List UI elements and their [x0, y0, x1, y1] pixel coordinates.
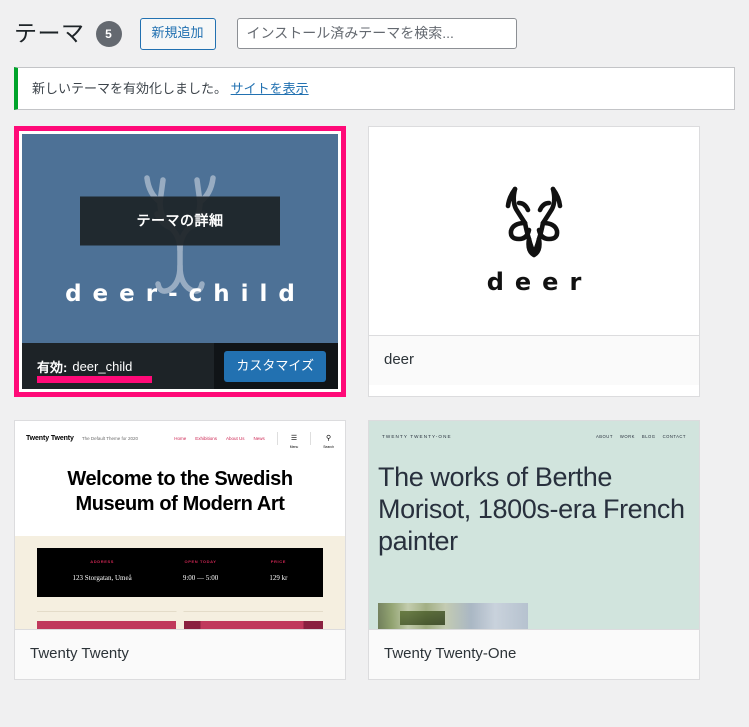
view-site-link[interactable]: サイトを表示 [231, 81, 309, 96]
tt20-search-toggle: ⚲ Search [323, 428, 334, 450]
active-theme-underline [37, 376, 152, 384]
deer-child-wordmark: deer-child [65, 281, 306, 308]
tt20-nav: Home Exhibitions About Us News ☰ Menu ⚲ … [174, 428, 334, 449]
theme-screenshot-deer-child[interactable]: テーマの詳細 deer-child [22, 134, 338, 344]
tt20-nav-item: About Us [225, 436, 245, 442]
tt20-menu-label: Menu [289, 445, 299, 450]
tt20-nav-item: News [253, 436, 265, 442]
tt20-menu-toggle: ☰ Menu [289, 428, 299, 450]
theme-screenshot-twentytwenty[interactable]: Twenty Twenty The Default Theme for 2020… [15, 421, 345, 631]
notice-message: 新しいテーマを有効化しました。 [32, 80, 228, 96]
tt21-nav-item: ABOUT [595, 434, 613, 440]
theme-count-badge: 5 [95, 20, 122, 47]
add-new-theme-button[interactable]: 新規追加 [139, 18, 216, 50]
tt20-content-blocks [37, 621, 323, 630]
tt20-info-value: 129 kr [269, 574, 288, 583]
tt20-topbar: Twenty Twenty The Default Theme for 2020… [15, 421, 345, 456]
theme-screenshot-deer[interactable]: deer [369, 127, 699, 337]
search-icon: ⚲ [326, 434, 332, 443]
page-title: テーマ [14, 19, 85, 46]
theme-card-twentytwenty[interactable]: Twenty Twenty The Default Theme for 2020… [14, 420, 346, 680]
hamburger-icon: ☰ [290, 434, 298, 443]
tt20-brand-group: Twenty Twenty The Default Theme for 2020 [26, 435, 138, 442]
tt20-info-col: OPEN TODAY 9:00 — 5:00 [183, 559, 218, 584]
tt20-nav-divider [310, 432, 312, 446]
tt20-block [37, 621, 176, 630]
themes-grid: テーマの詳細 deer-child 有効: deer_child カスタマイズ [0, 110, 749, 680]
active-prefix: 有効: [37, 359, 68, 375]
tt20-info-col: PRICE 129 kr [269, 559, 287, 584]
theme-card-inner: テーマの詳細 deer-child 有効: deer_child カスタマイズ [19, 131, 341, 393]
deer-wordmark: deer [486, 267, 593, 296]
tt20-block [184, 621, 323, 630]
deer-head-icon [491, 181, 577, 266]
tt21-topbar: TWENTY TWENTY-ONE ABOUT WORK BLOG CONTAC… [369, 421, 699, 439]
twentytwenty-preview: Twenty Twenty The Default Theme for 2020… [15, 421, 345, 630]
theme-name-twentytwenty: Twenty Twenty [15, 630, 345, 679]
tt21-nav: ABOUT WORK BLOG CONTACT [596, 434, 686, 439]
tt20-nav-divider [276, 432, 278, 446]
theme-card-deer[interactable]: deer deer [368, 126, 700, 398]
tt20-hero: Welcome to the Swedish Museum of Modern … [15, 455, 345, 537]
tt20-info-value: 9:00 — 5:00 [182, 574, 219, 583]
page-header: テーマ 5 新規追加 [0, 0, 749, 62]
theme-activated-notice: 新しいテーマを有効化しました。 サイトを表示 [14, 66, 735, 111]
tt21-nav-item: BLOG [641, 434, 656, 440]
tt20-info-label: OPEN TODAY [184, 559, 217, 565]
theme-card-twentytwentyone[interactable]: TWENTY TWENTY-ONE ABOUT WORK BLOG CONTAC… [368, 420, 700, 680]
tt20-nav-item: Exhibitions [195, 436, 217, 442]
deer-preview: deer [369, 127, 699, 336]
theme-name-deer: deer [369, 336, 699, 385]
tt21-brand: TWENTY TWENTY-ONE [382, 434, 452, 440]
customize-button[interactable]: カスタマイズ [224, 350, 326, 382]
tt20-info-col: ADDRESS 123 Storgatan, Umeå [73, 559, 132, 584]
tt21-nav-item: CONTACT [662, 434, 686, 440]
tt20-info-label: PRICE [270, 559, 286, 565]
tt20-cream-section: ADDRESS 123 Storgatan, Umeå OPEN TODAY 9… [15, 536, 345, 630]
deer-child-preview: テーマの詳細 deer-child [22, 134, 338, 344]
tt21-image-texture [400, 611, 445, 626]
tt21-nav-item: WORK [619, 434, 635, 440]
twentytwentyone-preview: TWENTY TWENTY-ONE ABOUT WORK BLOG CONTAC… [369, 421, 699, 630]
theme-details-button[interactable]: テーマの詳細 [80, 196, 280, 246]
tt21-hero-title: The works of Berthe Morisot, 1800s-era F… [378, 462, 685, 557]
tt20-info-label: ADDRESS [90, 559, 115, 565]
theme-name-twentytwentyone: Twenty Twenty-One [369, 630, 699, 679]
tt20-brand: Twenty Twenty [26, 435, 74, 443]
active-theme-label: 有効: deer_child [22, 343, 214, 389]
tt20-nav-item: Home [174, 436, 187, 442]
tt20-info-card: ADDRESS 123 Storgatan, Umeå OPEN TODAY 9… [37, 548, 323, 598]
tt20-tagline: The Default Theme for 2020 [81, 436, 139, 442]
tt20-divider [37, 611, 323, 613]
tt21-hero-image [378, 603, 528, 630]
search-installed-themes-input[interactable] [236, 18, 517, 50]
active-theme-slug: deer_child [72, 358, 133, 374]
customize-cell: カスタマイズ [214, 343, 338, 390]
tt20-hero-title: Welcome to the Swedish Museum of Modern … [67, 468, 293, 515]
active-theme-bar: 有効: deer_child カスタマイズ [22, 343, 338, 390]
tt20-search-label: Search [323, 445, 334, 450]
tt20-info-value: 123 Storgatan, Umeå [72, 574, 132, 583]
theme-screenshot-twentytwentyone[interactable]: TWENTY TWENTY-ONE ABOUT WORK BLOG CONTAC… [369, 421, 699, 631]
theme-card-deer-child[interactable]: テーマの詳細 deer-child 有効: deer_child カスタマイズ [14, 126, 346, 398]
